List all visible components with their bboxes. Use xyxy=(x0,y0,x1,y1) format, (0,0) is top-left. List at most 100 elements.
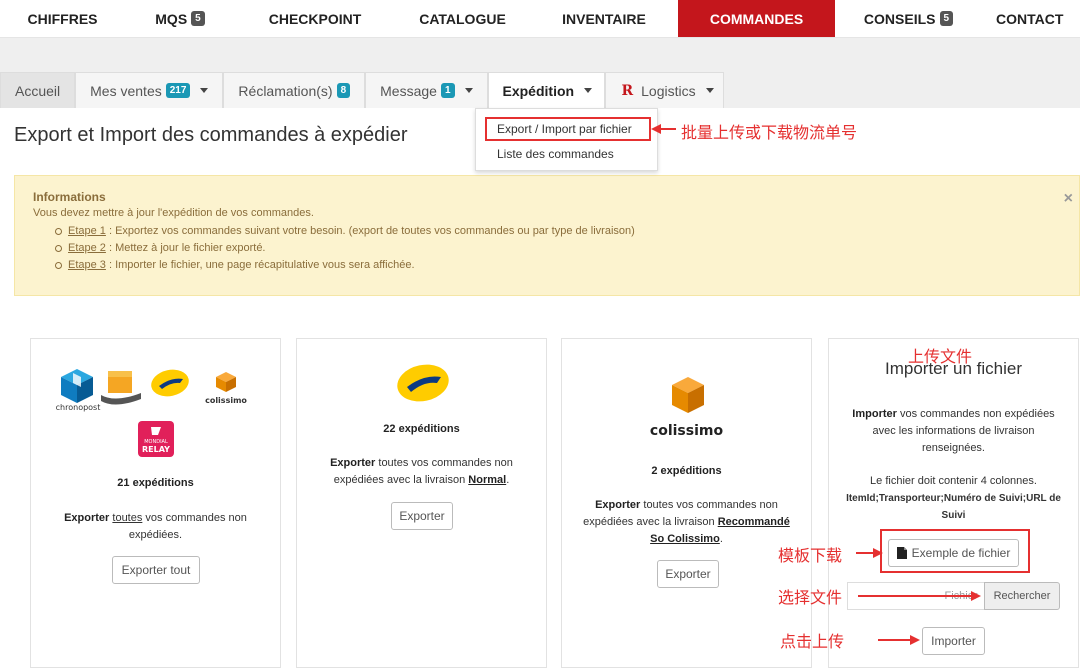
step-link[interactable]: Etape 1 xyxy=(68,225,106,237)
annotation-upload-file: 上传文件 xyxy=(908,347,973,366)
card-export-colissimo: colissimo 2 expéditions Exporter toutes … xyxy=(561,338,812,668)
rakuten-logo-icon: R xyxy=(621,82,634,99)
nav-label: CATALOGUE xyxy=(419,10,506,27)
nav-label: CONSEILS xyxy=(863,10,936,27)
annotation-arrow-line xyxy=(858,595,972,597)
list-item: Etape 1 : Exportez vos commandes suivant… xyxy=(55,223,635,240)
annotation-arrow-line xyxy=(660,128,676,130)
carrier-logos: chronopost colissimo MONDIAL RELAY xyxy=(56,369,247,457)
nav-inventaire[interactable]: INVENTAIRE xyxy=(530,0,678,37)
reclamations-badge: 8 xyxy=(336,83,351,98)
step-text: : Importer le fichier, une page récapitu… xyxy=(105,259,415,271)
top-navigation: CHIFFRES MQS 5 CHECKPOINT CATALOGUE INVEN… xyxy=(0,0,1080,38)
mondial-relay-logo-icon: MONDIAL RELAY xyxy=(138,421,174,457)
tab-logistics[interactable]: R Logistics xyxy=(604,72,724,108)
tab-label: Réclamation(s) xyxy=(238,82,333,99)
nav-mqs[interactable]: MQS 5 xyxy=(125,0,235,37)
info-title: Informations xyxy=(33,190,106,204)
card-description: Exporter toutes vos commandes non expédi… xyxy=(562,497,811,548)
nav-conseils[interactable]: CONSEILS 5 xyxy=(835,0,982,37)
tab-label: Expédition xyxy=(502,82,575,99)
export-all-button[interactable]: Exporter tout xyxy=(112,556,200,584)
info-steps: Etape 1 : Exportez vos commandes suivant… xyxy=(55,223,635,274)
hand-parcel-icon xyxy=(101,371,141,405)
info-intro: Vous devez mettre à jour l'expédition de… xyxy=(33,207,314,219)
export-normal-button[interactable]: Exporter xyxy=(391,502,453,530)
card-description: Exporter toutes vos commandes non expédi… xyxy=(31,510,280,544)
card-description: Exporter toutes vos commandes non expédi… xyxy=(297,455,546,489)
annotation-choose: 选择文件 xyxy=(778,588,843,607)
desc-end: . xyxy=(719,533,723,545)
export-colissimo-button[interactable]: Exporter xyxy=(657,560,719,588)
import-columns-list: ItemId;Transporteur;Numéro de Suivi;URL … xyxy=(846,493,1061,521)
step-link[interactable]: Etape 3 xyxy=(68,259,106,271)
message-badge: 1 xyxy=(440,83,455,98)
highlight-box xyxy=(485,117,651,141)
desc-bold: Exporter xyxy=(330,457,376,469)
card-export-normal: 22 expéditions Exporter toutes vos comma… xyxy=(296,338,547,668)
conseils-badge: 5 xyxy=(939,11,954,26)
shipment-count: 2 expéditions xyxy=(651,465,722,477)
tab-expedition[interactable]: Expédition xyxy=(487,72,605,108)
laposte-logo-icon xyxy=(397,364,449,402)
annotation-click-upload: 点击上传 xyxy=(780,632,845,651)
colissimo-small-label: colissimo xyxy=(205,396,247,405)
tab-mes-ventes[interactable]: Mes ventes 217 xyxy=(75,72,224,108)
chevron-down-icon xyxy=(464,88,473,93)
desc-delivery-type: Normal xyxy=(468,474,507,486)
tab-accueil[interactable]: Accueil xyxy=(0,72,76,108)
nav-chiffres[interactable]: CHIFFRES xyxy=(0,0,125,37)
annotation-template: 模板下载 xyxy=(778,546,843,565)
nav-commandes[interactable]: COMMANDES xyxy=(678,0,835,37)
annotation-arrow-icon xyxy=(873,548,883,558)
shipment-count: 22 expéditions xyxy=(383,423,460,435)
nav-label: COMMANDES xyxy=(709,10,804,27)
colissimo-small-logo-icon xyxy=(216,372,236,392)
import-columns-note: Le fichier doit contenir 4 colonnes. xyxy=(870,475,1037,487)
tab-label: Logistics xyxy=(641,82,696,99)
tab-label: Accueil xyxy=(15,82,61,99)
ventes-badge: 217 xyxy=(165,83,191,98)
nav-catalogue[interactable]: CATALOGUE xyxy=(395,0,530,37)
step-text: : Exportez vos commandes suivant votre b… xyxy=(105,225,635,237)
tab-message[interactable]: Message 1 xyxy=(365,72,488,108)
chronopost-label: chronopost xyxy=(56,403,101,412)
relay-label: RELAY xyxy=(142,445,170,454)
card-import-file: Importer un fichier Importer vos command… xyxy=(828,338,1079,668)
tab-label: Mes ventes xyxy=(90,82,162,99)
laposte-logo-icon xyxy=(151,369,189,397)
nav-label: CHECKPOINT xyxy=(268,10,362,27)
highlight-box xyxy=(880,529,1030,573)
step-link[interactable]: Etape 2 xyxy=(68,242,106,254)
nav-label: MQS xyxy=(155,10,188,27)
nav-label: CHIFFRES xyxy=(27,10,98,27)
commandes-tabs: Accueil Mes ventes 217 Réclamation(s) 8 Me… xyxy=(0,72,724,108)
desc-rest: vos commandes non expédiées avec les inf… xyxy=(872,408,1055,454)
annotation-bulk: 批量上传或下载物流单号 xyxy=(681,123,858,142)
desc-bold: Exporter xyxy=(64,512,110,524)
nav-contact[interactable]: CONTACT xyxy=(982,0,1080,37)
desc-rest: vos commandes non expédiées. xyxy=(128,512,247,541)
tab-reclamations[interactable]: Réclamation(s) 8 xyxy=(223,72,366,108)
mqs-badge: 5 xyxy=(191,11,205,26)
shipment-count: 21 expéditions xyxy=(117,477,194,489)
page-title: Export et Import des commandes à expédie… xyxy=(14,124,408,146)
import-button[interactable]: Importer xyxy=(922,627,985,655)
list-item: Etape 3 : Importer le fichier, une page … xyxy=(55,257,635,274)
nav-label: INVENTAIRE xyxy=(562,10,646,27)
close-icon[interactable]: × xyxy=(1064,190,1073,208)
desc-link[interactable]: toutes xyxy=(112,512,142,524)
card-export-all: chronopost colissimo MONDIAL RELAY 21 ex… xyxy=(30,338,281,668)
desc-bold: Exporter xyxy=(595,499,641,511)
desc-end: . xyxy=(506,474,510,486)
annotation-arrow-icon xyxy=(910,635,920,645)
annotation-arrow-line xyxy=(878,639,911,641)
chevron-down-icon xyxy=(584,88,593,93)
nav-label: CONTACT xyxy=(996,10,1064,27)
menu-item-liste-commandes[interactable]: Liste des commandes xyxy=(476,144,657,164)
chevron-down-icon xyxy=(200,88,209,93)
browse-button[interactable]: Rechercher xyxy=(984,582,1060,610)
info-alert: Informations Vous devez mettre à jour l'… xyxy=(14,175,1080,296)
nav-checkpoint[interactable]: CHECKPOINT xyxy=(235,0,395,37)
desc-bold: Importer xyxy=(852,408,897,420)
